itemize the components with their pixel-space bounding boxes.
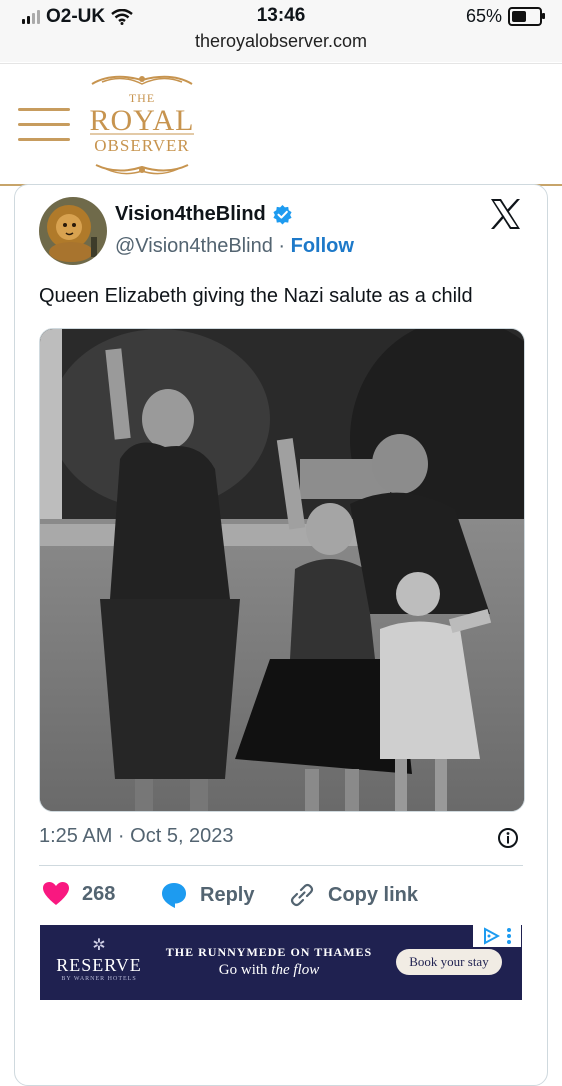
ad-copy: THE RUNNYMEDE ON THAMES Go with the flow — [164, 945, 374, 979]
ad-brand-sub: BY WARNER HOTELS — [61, 976, 137, 982]
follow-button[interactable]: Follow — [291, 235, 354, 257]
handle[interactable]: @Vision4theBlind — [115, 235, 273, 257]
adchoices-triangle-icon — [484, 927, 500, 945]
ad-logo: ✲ RESERVE BY WARNER HOTELS — [54, 935, 144, 982]
battery-icon — [508, 7, 545, 26]
display-name-row: Vision4theBlind — [115, 203, 293, 226]
tweet-photo[interactable] — [39, 328, 525, 812]
ad-banner[interactable]: ✲ RESERVE BY WARNER HOTELS THE RUNNYMEDE… — [40, 925, 522, 1000]
ad-star-icon: ✲ — [92, 937, 106, 954]
info-icon[interactable] — [497, 827, 519, 849]
verified-badge-icon — [273, 204, 292, 225]
battery-percent: 65% — [465, 6, 502, 26]
ad-tagline: Go with the flow — [164, 962, 374, 979]
address-bar[interactable]: theroyalobserver.com — [0, 31, 562, 52]
ad-brand: RESERVE — [56, 955, 142, 975]
site-logo[interactable]: THE ROYAL OBSERVER — [82, 70, 202, 178]
site-header: THE ROYAL OBSERVER — [0, 63, 562, 186]
reply-button[interactable]: Reply — [160, 881, 254, 909]
ad-tagline-em: the flow — [271, 962, 320, 978]
ad-more-icon[interactable] — [506, 927, 512, 945]
divider — [39, 865, 523, 866]
logo-observer: OBSERVER — [94, 136, 190, 155]
ad-cta-button[interactable]: Book your stay — [396, 949, 502, 975]
copy-link-button[interactable]: Copy link — [288, 881, 418, 909]
avatar[interactable] — [39, 197, 107, 265]
display-name[interactable]: Vision4theBlind — [115, 203, 266, 226]
tweet-text: Queen Elizabeth giving the Nazi salute a… — [39, 285, 473, 307]
copy-link-label: Copy link — [328, 883, 419, 906]
link-icon — [290, 883, 314, 907]
heart-icon — [43, 882, 69, 905]
reply-label: Reply — [200, 883, 255, 906]
separator: · — [278, 235, 286, 257]
like-count: 268 — [82, 882, 116, 905]
handle-row: @Vision4theBlind · Follow — [115, 235, 354, 258]
ad-headline: THE RUNNYMEDE ON THAMES — [165, 945, 373, 959]
hamburger-icon[interactable] — [18, 108, 70, 142]
lion-avatar-image — [39, 197, 107, 265]
browser-status-bar: O2-UK 13:46 65% theroyalobserver.com — [0, 0, 562, 62]
logo-royal: ROYAL — [89, 104, 195, 137]
speech-bubble-icon — [162, 883, 186, 908]
photo-image — [40, 329, 524, 811]
like-button[interactable]: 268 — [42, 881, 115, 907]
tweet-timestamp[interactable]: 1:25 AM · Oct 5, 2023 — [39, 825, 234, 848]
adchoices-icon[interactable] — [473, 925, 521, 947]
battery-group: 65% — [465, 6, 545, 27]
ad-tagline-prefix: Go with — [218, 962, 268, 978]
x-logo-icon[interactable] — [489, 198, 522, 230]
